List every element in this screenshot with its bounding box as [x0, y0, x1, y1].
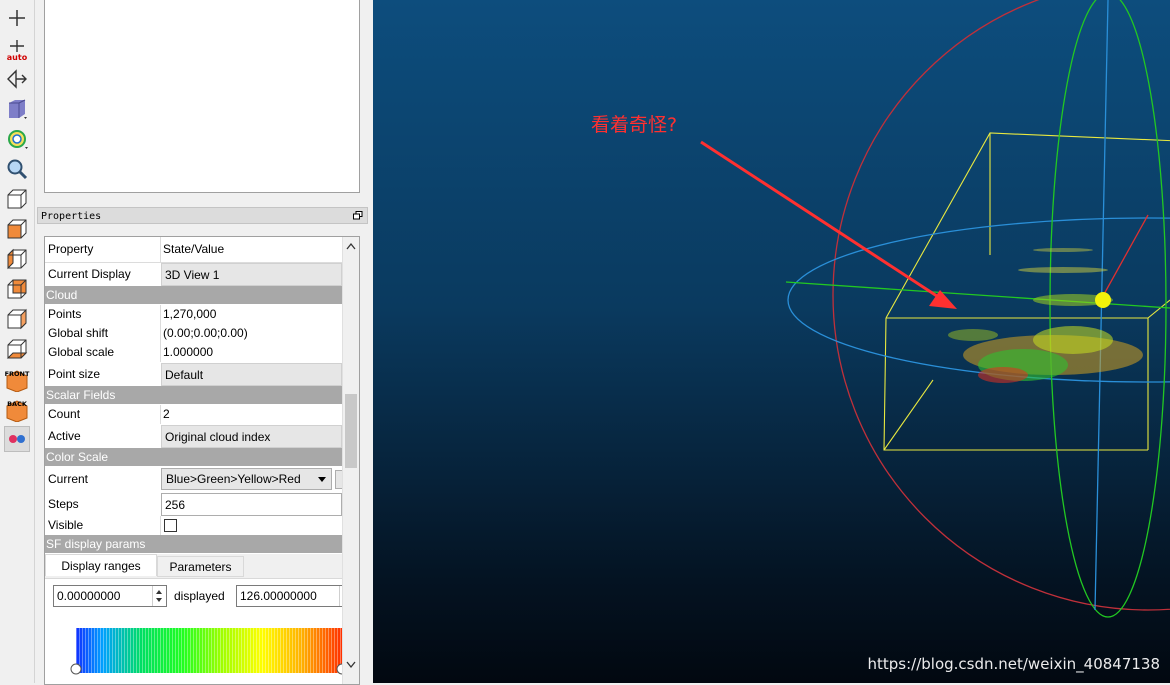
count-key: Count — [48, 407, 81, 421]
color-scale-dropdown[interactable]: Blue>Green>Yellow>Red — [161, 468, 332, 490]
iso-back-icon[interactable]: BACK — [4, 396, 30, 422]
max-range-value: 126.00000000 — [240, 589, 317, 603]
green-axis — [785, 281, 1170, 309]
auto-label: auto — [7, 53, 28, 62]
auto-pick-icon[interactable]: auto — [4, 37, 30, 63]
sf-tabs: Display ranges Parameters — [45, 554, 342, 579]
float-window-icon[interactable] — [353, 211, 363, 220]
properties-table: Property State/Value Current Display 3D … — [44, 236, 360, 685]
scroll-up-icon[interactable] — [346, 242, 356, 250]
table-row: Steps 256 — [45, 493, 342, 516]
iso-front-icon[interactable]: FRONT — [4, 366, 30, 392]
global-shift-value: (0.00;0.00;0.00) — [163, 326, 248, 340]
section-color-scale: Color Scale — [45, 448, 342, 466]
perspective-cube-icon[interactable] — [4, 96, 30, 122]
spin-buttons[interactable] — [152, 586, 166, 606]
view-left-cube-icon[interactable] — [4, 246, 30, 272]
section-scalar-fields: Scalar Fields — [45, 386, 342, 404]
zoom-magnifier-icon[interactable] — [4, 156, 30, 182]
min-range-value: 0.00000000 — [57, 589, 121, 603]
table-header: Property State/Value — [45, 237, 342, 263]
view-front-cube-icon[interactable] — [4, 216, 30, 242]
iso-back-label: BACK — [7, 400, 28, 408]
view-back-cube-icon[interactable] — [4, 276, 30, 302]
view-right-cube-icon[interactable] — [4, 306, 30, 332]
spin-up-icon — [156, 590, 162, 594]
point-size-key: Point size — [48, 367, 101, 381]
count-value: 2 — [163, 407, 170, 421]
table-row: Global scale 1.000000 — [45, 343, 342, 362]
chevron-down-icon — [318, 477, 326, 482]
spin-down-icon — [156, 598, 162, 602]
displayed-label: displayed — [174, 589, 225, 603]
scroll-down-icon[interactable] — [346, 661, 356, 669]
current-display-key: Current Display — [48, 267, 131, 281]
section-cloud: Cloud — [45, 286, 342, 304]
point-cloud — [948, 248, 1143, 383]
db-tree-view[interactable] — [44, 0, 360, 193]
global-scale-value: 1.000000 — [163, 345, 214, 359]
scroll-thumb[interactable] — [345, 394, 357, 468]
table-row: Count 2 — [45, 405, 342, 424]
stereo-mode-icon[interactable] — [4, 426, 30, 452]
points-value: 1,270,000 — [163, 307, 217, 321]
table-row: Current Blue>Green>Yellow>Red — [45, 467, 345, 492]
table-row: Visible — [45, 516, 342, 535]
annotation-text: 看着奇怪? — [591, 114, 678, 136]
color-scale-selected: Blue>Green>Yellow>Red — [166, 472, 301, 486]
ramp-min-handle[interactable] — [70, 663, 82, 675]
active-key: Active — [48, 429, 81, 443]
iso-front-label: FRONT — [5, 370, 30, 378]
steps-input[interactable]: 256 — [161, 493, 342, 516]
visible-key: Visible — [48, 518, 84, 532]
view-bottom-cube-icon[interactable] — [4, 336, 30, 362]
table-row: Point size Default — [45, 363, 342, 386]
table-row: Global shift (0.00;0.00;0.00) — [45, 324, 342, 343]
view-top-cube-icon[interactable] — [4, 186, 30, 212]
color-ramp-histogram[interactable] — [70, 628, 348, 675]
side-panel: Properties Property State/Value Current … — [35, 0, 372, 685]
min-range-spinbox[interactable]: 0.00000000 — [53, 585, 167, 607]
plus-icon[interactable] — [4, 5, 30, 31]
active-sf-value[interactable]: Original cloud index — [161, 425, 342, 448]
max-range-spinbox[interactable]: 126.00000000 — [236, 585, 349, 607]
table-row: Points 1,270,000 — [45, 305, 342, 324]
properties-dock-title: Properties — [37, 207, 368, 224]
header-value: State/Value — [163, 242, 225, 256]
light-bulb-icon[interactable] — [4, 126, 30, 152]
annotation-arrow — [700, 140, 944, 302]
tab-display-ranges[interactable]: Display ranges — [45, 554, 157, 576]
tab-parameters[interactable]: Parameters — [157, 556, 244, 577]
table-row: Active Original cloud index — [45, 425, 342, 448]
current-scale-key: Current — [48, 472, 89, 486]
section-sf-display: SF display params — [45, 535, 342, 553]
global-shift-key: Global shift — [48, 326, 109, 340]
properties-title-text: Properties — [41, 211, 102, 222]
global-scale-key: Global scale — [48, 345, 115, 359]
watermark: https://blog.csdn.net/weixin_40847138 — [867, 655, 1160, 673]
rotation-center-icon[interactable] — [4, 66, 30, 92]
green-ring — [1049, 0, 1167, 618]
visible-checkbox[interactable] — [164, 519, 177, 532]
table-row: Current Display 3D View 1 — [45, 263, 342, 286]
rotation-center-marker — [1095, 292, 1111, 308]
current-display-value[interactable]: 3D View 1 — [161, 263, 342, 286]
header-property: Property — [48, 242, 94, 256]
properties-scrollbar[interactable] — [342, 237, 359, 684]
red-axis — [1097, 214, 1149, 306]
points-key: Points — [48, 307, 82, 321]
3d-view[interactable]: 看着奇怪? https://blog.csdn.net/weixin_40847… — [373, 0, 1170, 683]
steps-key: Steps — [48, 497, 79, 511]
scene-overlay — [700, 0, 1170, 618]
point-size-value[interactable]: Default — [161, 363, 342, 386]
view-toolbar: auto FRONT BACK — [0, 0, 35, 683]
